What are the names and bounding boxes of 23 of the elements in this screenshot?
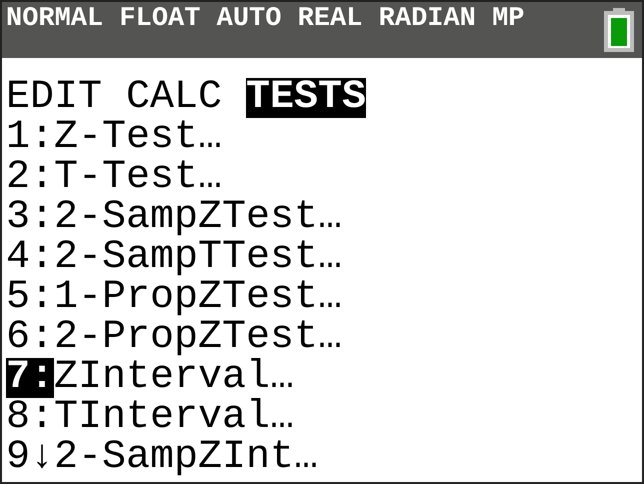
menu-tab[interactable]: EDIT (6, 78, 102, 118)
menu-item-number[interactable]: 6: (6, 318, 54, 358)
menu-item-label[interactable]: 2-SampZTest… (54, 198, 342, 238)
battery-icon (604, 8, 634, 52)
menu-item-label[interactable]: 2-SampTTest… (54, 238, 342, 278)
menu-item-label[interactable]: Z-Test… (54, 118, 222, 158)
menu-item-label[interactable]: 2-PropZTest… (54, 318, 342, 358)
menu-item-label[interactable]: TInterval… (54, 398, 294, 438)
menu-tab[interactable]: TESTS (246, 78, 366, 118)
menu-item-number[interactable]: 8: (6, 398, 54, 438)
menu-item-number[interactable]: 9↓ (6, 438, 54, 478)
menu-item-label[interactable]: 1-PropZTest… (54, 278, 342, 318)
menu-item-number[interactable]: 7: (6, 358, 54, 398)
menu-item-label[interactable]: 2-SampZInt… (54, 438, 318, 478)
menu-item-label[interactable]: ZInterval… (54, 358, 294, 398)
menu-tab[interactable]: CALC (126, 78, 222, 118)
menu-item-number[interactable]: 3: (6, 198, 54, 238)
menu-item-label[interactable]: T-Test… (54, 158, 222, 198)
menu-item-number[interactable]: 2: (6, 158, 54, 198)
menu-item-number[interactable]: 5: (6, 278, 54, 318)
mode-status-text: NORMAL FLOAT AUTO REAL RADIAN MP (6, 3, 524, 36)
menu-item-number[interactable]: 1: (6, 118, 54, 158)
menu-item-number[interactable]: 4: (6, 238, 54, 278)
